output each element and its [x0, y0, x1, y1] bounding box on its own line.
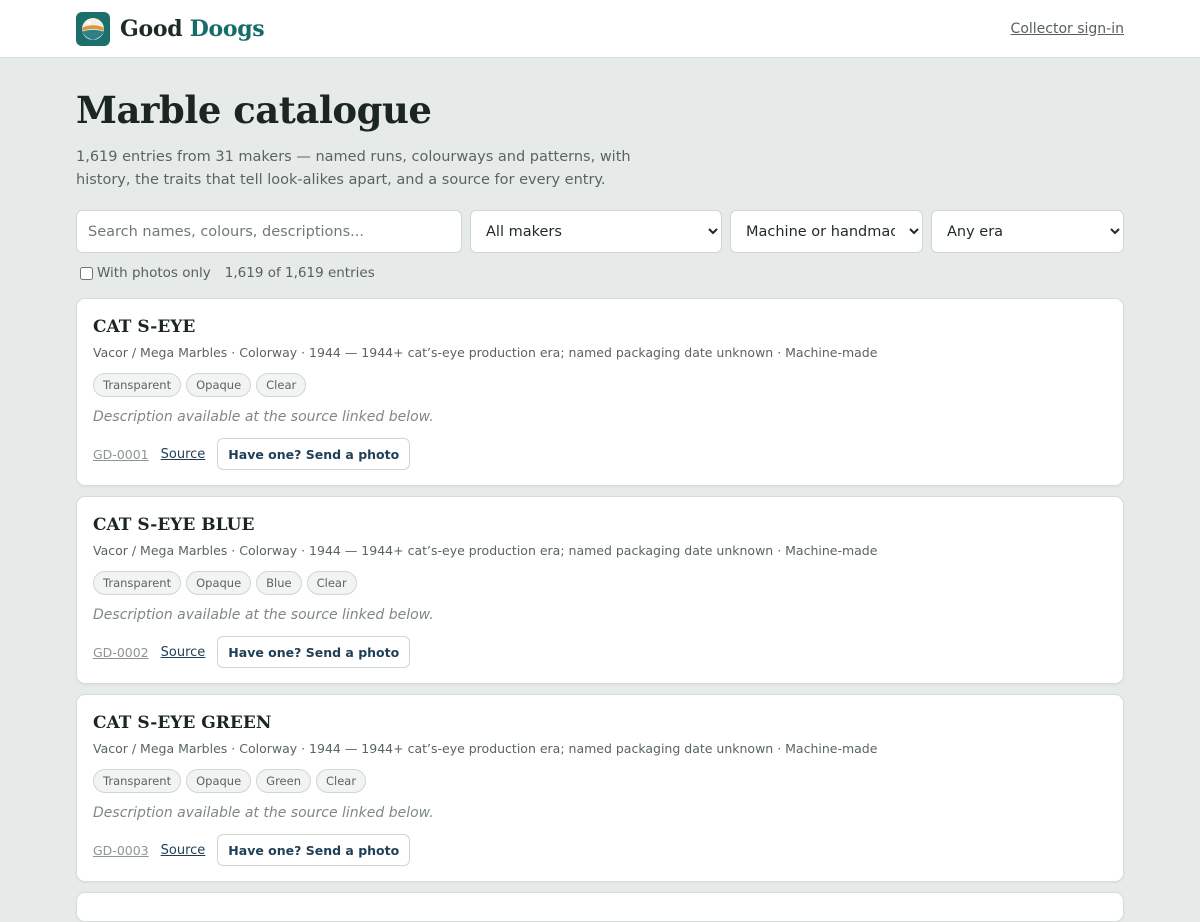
- entry-tags: Transparent Opaque Clear: [93, 373, 1107, 397]
- entry-id-link[interactable]: GD-0001: [93, 447, 149, 462]
- entry-title: CAT S-EYE BLUE: [93, 515, 255, 535]
- entry-meta: Vacor / Mega Marbles · Colorway · 1944 —…: [93, 741, 878, 756]
- entry-actions: GD-0002 Source Have one? Send a photo: [93, 636, 1107, 668]
- brand-name-first: Good: [120, 15, 183, 42]
- entry-meta: Vacor / Mega Marbles · Colorway · 1944 —…: [93, 345, 878, 360]
- search-input[interactable]: [76, 210, 462, 253]
- page-title: Marble catalogue: [76, 88, 432, 132]
- send-photo-button[interactable]: Have one? Send a photo: [217, 834, 411, 866]
- method-select[interactable]: Machine or handmade: [730, 210, 923, 253]
- entry-title: CAT S-EYE GREEN: [93, 713, 272, 733]
- brand-home-link[interactable]: Good Doogs: [76, 11, 265, 46]
- source-link[interactable]: Source: [161, 645, 206, 660]
- entry-card: CAT S-EYE GREEN Vacor / Mega Marbles · C…: [76, 694, 1124, 882]
- main-content: Marble catalogue 1,619 entries from 31 m…: [0, 88, 1200, 922]
- entry-actions: GD-0003 Source Have one? Send a photo: [93, 834, 1107, 866]
- trait-tag: Clear: [306, 571, 357, 595]
- trait-tag: Green: [256, 769, 311, 793]
- photos-only-toggle[interactable]: With photos only: [80, 265, 211, 281]
- results-meta: With photos only 1,619 of 1,619 entries: [76, 265, 1124, 281]
- entry-description: Description available at the source link…: [93, 805, 434, 821]
- entry-tags: Transparent Opaque Blue Clear: [93, 571, 1107, 595]
- send-photo-button[interactable]: Have one? Send a photo: [217, 636, 411, 668]
- entry-id-link[interactable]: GD-0002: [93, 645, 149, 660]
- trait-tag: Opaque: [186, 373, 252, 397]
- trait-tag: Transparent: [93, 769, 182, 793]
- results-count: 1,619 of 1,619 entries: [224, 265, 375, 281]
- trait-tag: Transparent: [93, 571, 182, 595]
- entry-meta: Vacor / Mega Marbles · Colorway · 1944 —…: [93, 543, 878, 558]
- photos-only-label: With photos only: [97, 265, 211, 281]
- trait-tag: Clear: [256, 373, 307, 397]
- entry-list: CAT S-EYE Vacor / Mega Marbles · Colorwa…: [76, 298, 1124, 922]
- trait-tag: Opaque: [186, 769, 252, 793]
- entry-card-partial: [76, 892, 1124, 922]
- marble-logo-icon: [76, 11, 110, 46]
- entry-description: Description available at the source link…: [93, 409, 434, 425]
- photos-only-checkbox[interactable]: [80, 266, 93, 280]
- entry-card: CAT S-EYE BLUE Vacor / Mega Marbles · Co…: [76, 496, 1124, 684]
- entry-description: Description available at the source link…: [93, 607, 434, 623]
- brand-name-second: Doogs: [189, 15, 265, 42]
- entry-actions: GD-0001 Source Have one? Send a photo: [93, 438, 1107, 470]
- maker-select[interactable]: All makers: [470, 210, 722, 253]
- trait-tag: Clear: [315, 769, 367, 793]
- top-navigation-bar: Good Doogs Collector sign-in: [0, 0, 1200, 58]
- entry-tags: Transparent Opaque Green Clear: [93, 769, 1107, 793]
- trait-tag: Transparent: [93, 373, 182, 397]
- page-intro: 1,619 entries from 31 makers — named run…: [76, 149, 631, 188]
- entry-id-link[interactable]: GD-0003: [93, 843, 149, 858]
- entry-card: CAT S-EYE Vacor / Mega Marbles · Colorwa…: [76, 298, 1124, 486]
- era-select[interactable]: Any era: [931, 210, 1124, 253]
- entry-title: CAT S-EYE: [93, 317, 196, 337]
- filter-bar: All makers Machine or handmade Any era: [76, 210, 1124, 253]
- send-photo-button[interactable]: Have one? Send a photo: [217, 438, 411, 470]
- source-link[interactable]: Source: [161, 447, 206, 462]
- source-link[interactable]: Source: [161, 843, 206, 858]
- collector-signin-link[interactable]: Collector sign-in: [1011, 21, 1124, 37]
- trait-tag: Opaque: [186, 571, 252, 595]
- brand-name: Good Doogs: [120, 15, 265, 42]
- trait-tag: Blue: [256, 571, 302, 595]
